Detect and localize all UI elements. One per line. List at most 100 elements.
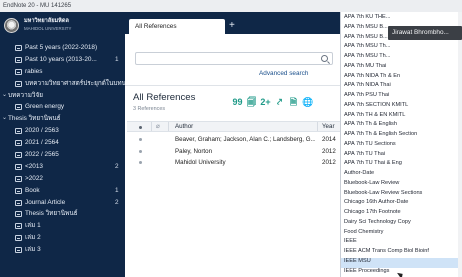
group-folder-icon [15, 45, 22, 51]
new-reference-icon[interactable]: 2+ [260, 97, 271, 108]
read-status-column-icon[interactable] [139, 126, 142, 129]
window-title: EndNote 20 - MU 141265 [0, 0, 462, 12]
style-list-item[interactable]: APA 7th TH & EN KMITL [344, 112, 405, 118]
sidebar-item-label: Past 10 years (2013-20... [25, 55, 97, 63]
table-header: ⌀ Author Year [127, 121, 340, 132]
style-list-item[interactable]: APA 7th MSU B... [344, 34, 388, 40]
table-row[interactable]: Beaver, Graham; Jackson, Alan C.; Landsb… [127, 134, 340, 145]
style-list-item[interactable]: Food Chemistry [344, 229, 383, 235]
table-row[interactable]: Mahidol University 2012 [127, 157, 340, 168]
sidebar-item-label: Green energy [25, 103, 65, 111]
style-list-item[interactable]: APA 7th NIDA Thai [344, 82, 391, 88]
read-status-icon [139, 138, 142, 141]
sidebar-group-item[interactable]: >2022 [0, 173, 125, 185]
style-list-scrollbar[interactable] [458, 12, 462, 277]
copy-formatted-icon[interactable]: 🗐 [246, 97, 257, 108]
style-list-item[interactable]: Chicago 16th Author-Date [344, 199, 408, 205]
style-list-item[interactable]: IEEE MSU [341, 257, 459, 268]
style-list-item[interactable]: APA 7th TU Thai & Eng [344, 160, 402, 166]
sidebar-item-count: 1 [115, 186, 119, 194]
paperclip-icon[interactable]: ⌀ [156, 122, 160, 131]
year-column-header[interactable]: Year [322, 122, 335, 131]
style-list-item[interactable]: APA 7th PSU Thai [344, 92, 389, 98]
sidebar-group-item[interactable]: Book 1 [0, 185, 125, 197]
user-tooltip: Jirawat Bhrombho... [388, 26, 462, 40]
style-list-item[interactable]: Bluebook-Law Review [344, 180, 399, 186]
group-folder-icon [15, 56, 22, 63]
style-list-item[interactable]: IEEE Proceedings [344, 268, 389, 274]
sidebar-item-label: เล่ม 3 [25, 246, 41, 254]
sidebar-group-item[interactable]: Thesis วิทยานิพนธ์ [0, 208, 125, 220]
group-folder-icon [15, 235, 22, 242]
list-title: All References [133, 92, 196, 103]
sidebar-group-item[interactable]: Past 5 years (2022-2018) [0, 42, 125, 54]
divider [125, 85, 340, 86]
sidebar-group-item[interactable]: เล่ม 1 [0, 220, 125, 232]
style-list-item[interactable]: APA 7th KU THE... [344, 14, 390, 20]
sidebar-group-item[interactable]: Green energy [0, 101, 125, 113]
expand-chevron-icon[interactable]: ⌄ [2, 113, 7, 125]
sidebar-group-item[interactable]: 2020 / 2563 [0, 125, 125, 137]
sidebar-item-label: 2020 / 2563 [25, 127, 59, 135]
style-list-item[interactable]: Author-Date [344, 170, 374, 176]
style-list-item[interactable]: APA 7th MSU Th... [344, 53, 390, 59]
sidebar-item-label: 2022 / 2565 [25, 151, 59, 159]
group-set[interactable]: ⌄ Thesis วิทยานิพนธ์ [0, 113, 125, 125]
expand-chevron-icon[interactable]: ⌄ [2, 90, 7, 102]
group-folder-icon [15, 175, 22, 182]
pdf-icon[interactable]: 🗎 [288, 97, 299, 108]
sidebar-group-item[interactable]: 2022 / 2565 [0, 149, 125, 161]
search-icon[interactable] [321, 55, 328, 62]
group-folder-icon [15, 211, 22, 218]
sidebar-group-item[interactable]: บทความวิทยาศาสตร์ประยุกต์ในบทน... [0, 78, 131, 90]
group-folder-icon [15, 140, 22, 147]
style-list-item[interactable]: APA 7th MSU Th... [344, 43, 390, 49]
style-list-item[interactable]: APA 7th MU Thai [344, 63, 386, 69]
add-tab-button[interactable]: + [229, 20, 239, 32]
read-status-icon [139, 149, 142, 153]
sidebar-item-count: 1 [115, 55, 119, 63]
sidebar-item-label: เล่ม 1 [25, 222, 41, 230]
share-icon[interactable]: ⤤ [274, 97, 285, 108]
advanced-search-link[interactable]: Advanced search [259, 70, 308, 77]
sidebar-group-item[interactable]: <2013 2 [0, 161, 125, 173]
sidebar-group-item[interactable]: เล่ม 3 [0, 244, 125, 256]
style-list-item[interactable]: IEEE ACM Trans Comp Biol Bioinf [344, 248, 429, 254]
style-list-item[interactable]: APA 7th NIDA Th & En [344, 73, 400, 79]
references-panel: All References + Advanced search All Ref… [125, 12, 340, 277]
style-list-item[interactable]: APA 7th Th & English Section [344, 131, 417, 137]
table-row[interactable]: Paley, Norton 2012 [127, 146, 340, 157]
online-search-icon[interactable]: 🌐 [302, 97, 313, 108]
sidebar-item-label: บทความวิทยาศาสตร์ประยุกต์ในบทน... [25, 79, 132, 87]
sidebar-item-label: Book [25, 186, 40, 194]
style-list-item[interactable]: Chicago 17th Footnote [344, 209, 401, 215]
reference-toolbar: 99 🗐 2+ ⤤ 🗎 🌐 [232, 97, 313, 109]
author-column-header[interactable]: Author [175, 122, 193, 131]
sidebar-item-count: 2 [115, 162, 119, 170]
reference-count: 3 References [133, 106, 166, 112]
sidebar: มหาวิทยาลัยมหิดล MAHIDOL UNIVERSITY Past… [0, 12, 131, 277]
style-list-item[interactable]: APA 7th Th & English [344, 121, 397, 127]
tab-all-references[interactable]: All References [129, 19, 225, 34]
sidebar-item-count: 2 [115, 198, 119, 206]
style-list-item[interactable]: Dairy Sci Technology Copy [344, 219, 411, 225]
style-list-item[interactable]: APA 7th SECTION KMITL [344, 102, 408, 108]
sidebar-item-label: >2022 [25, 174, 43, 182]
group-set[interactable]: ⌄ บทความวิจัย [0, 90, 125, 102]
sidebar-group-item[interactable]: Past 10 years (2013-20... 1 [0, 54, 125, 66]
style-list-item[interactable]: APA 7th TU Thai [344, 151, 385, 157]
style-list-item[interactable]: Bluebook-Law Review Sections [344, 190, 422, 196]
sidebar-group-item[interactable]: rabies [0, 66, 125, 78]
insert-citation-icon[interactable]: 99 [232, 97, 243, 108]
sidebar-group-item[interactable]: เล่ม 2 [0, 232, 125, 244]
sidebar-group-item[interactable]: Journal Article 2 [0, 197, 125, 209]
search-input[interactable] [135, 52, 333, 65]
library-header[interactable]: มหาวิทยาลัยมหิดล MAHIDOL UNIVERSITY [4, 16, 122, 34]
style-list-item[interactable]: IEEE [344, 238, 357, 244]
university-logo [4, 17, 19, 33]
group-folder-icon [15, 223, 22, 230]
style-list-item[interactable]: APA 7th MSU B... [344, 24, 388, 30]
style-list-item[interactable]: APA 7th TU Sections [344, 141, 396, 147]
library-subtitle: MAHIDOL UNIVERSITY [24, 26, 72, 31]
sidebar-group-item[interactable]: 2021 / 2564 [0, 137, 125, 149]
